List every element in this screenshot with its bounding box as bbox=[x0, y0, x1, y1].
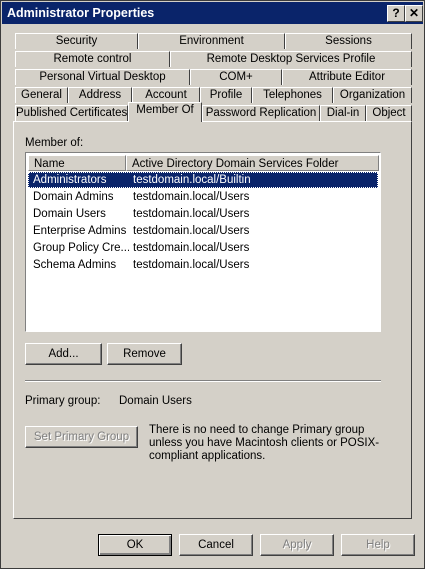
primary-group-note: There is no need to change Primary group… bbox=[149, 424, 380, 462]
group-name: Domain Admins bbox=[33, 191, 114, 203]
tab-account[interactable]: Account bbox=[132, 87, 200, 103]
tab-object[interactable]: Object bbox=[366, 105, 412, 121]
list-item[interactable]: Domain Admins testdomain.local/Users bbox=[28, 189, 378, 205]
primary-group-label: Primary group: bbox=[25, 395, 101, 407]
tab-address[interactable]: Address bbox=[68, 87, 132, 103]
group-name: Domain Users bbox=[33, 208, 106, 220]
close-icon[interactable]: ✕ bbox=[405, 5, 423, 22]
title-bar: Administrator Properties ? ✕ bbox=[2, 2, 423, 24]
tab-member-of[interactable]: Member Of bbox=[128, 102, 202, 122]
tab-profile[interactable]: Profile bbox=[200, 87, 252, 103]
tab-environment[interactable]: Environment bbox=[138, 33, 285, 49]
group-folder: testdomain.local/Users bbox=[133, 225, 250, 237]
list-item[interactable]: Enterprise Admins testdomain.local/Users bbox=[28, 223, 378, 239]
tab-dial-in[interactable]: Dial-in bbox=[320, 105, 366, 121]
group-name: Administrators bbox=[33, 174, 107, 186]
tab-general[interactable]: General bbox=[15, 87, 68, 103]
member-of-list[interactable]: Name Active Directory Domain Services Fo… bbox=[25, 152, 381, 332]
cancel-button[interactable]: Cancel bbox=[179, 534, 253, 556]
help-button[interactable]: Help bbox=[341, 534, 415, 556]
tab-published-certificates[interactable]: Published Certificates bbox=[15, 105, 128, 121]
list-item[interactable]: Domain Users testdomain.local/Users bbox=[28, 206, 378, 222]
tab-security[interactable]: Security bbox=[15, 33, 138, 49]
list-item[interactable]: Administrators testdomain.local/Builtin bbox=[28, 172, 378, 188]
ok-button[interactable]: OK bbox=[98, 534, 172, 556]
group-name: Group Policy Cre... bbox=[33, 242, 129, 254]
add-button[interactable]: Add... bbox=[25, 343, 102, 365]
tab-com-plus[interactable]: COM+ bbox=[190, 69, 282, 85]
primary-group-value: Domain Users bbox=[119, 395, 192, 407]
help-icon[interactable]: ? bbox=[387, 5, 405, 22]
apply-button[interactable]: Apply bbox=[260, 534, 334, 556]
separator bbox=[25, 380, 381, 382]
tab-organization[interactable]: Organization bbox=[333, 87, 412, 103]
tab-remote-control[interactable]: Remote control bbox=[15, 51, 170, 67]
tab-remote-desktop-services-profile[interactable]: Remote Desktop Services Profile bbox=[170, 51, 412, 67]
group-folder: testdomain.local/Users bbox=[133, 259, 250, 271]
tab-attribute-editor[interactable]: Attribute Editor bbox=[282, 69, 412, 85]
group-name: Enterprise Admins bbox=[33, 225, 127, 237]
tab-telephones[interactable]: Telephones bbox=[252, 87, 333, 103]
remove-button[interactable]: Remove bbox=[107, 343, 182, 365]
list-item[interactable]: Schema Admins testdomain.local/Users bbox=[28, 257, 378, 273]
group-folder: testdomain.local/Users bbox=[133, 242, 250, 254]
group-folder: testdomain.local/Users bbox=[133, 208, 250, 220]
tab-personal-virtual-desktop[interactable]: Personal Virtual Desktop bbox=[15, 69, 190, 85]
tab-password-replication[interactable]: Password Replication bbox=[202, 105, 320, 121]
window-title: Administrator Properties bbox=[7, 6, 155, 20]
group-folder: testdomain.local/Users bbox=[133, 191, 250, 203]
set-primary-group-button[interactable]: Set Primary Group bbox=[25, 426, 138, 448]
member-of-label: Member of: bbox=[25, 137, 84, 149]
column-header-name[interactable]: Name bbox=[28, 155, 126, 171]
group-name: Schema Admins bbox=[33, 259, 117, 271]
group-folder: testdomain.local/Builtin bbox=[133, 174, 251, 186]
tab-sessions[interactable]: Sessions bbox=[285, 33, 412, 49]
list-item[interactable]: Group Policy Cre... testdomain.local/Use… bbox=[28, 240, 378, 256]
column-header-folder[interactable]: Active Directory Domain Services Folder bbox=[126, 155, 379, 171]
